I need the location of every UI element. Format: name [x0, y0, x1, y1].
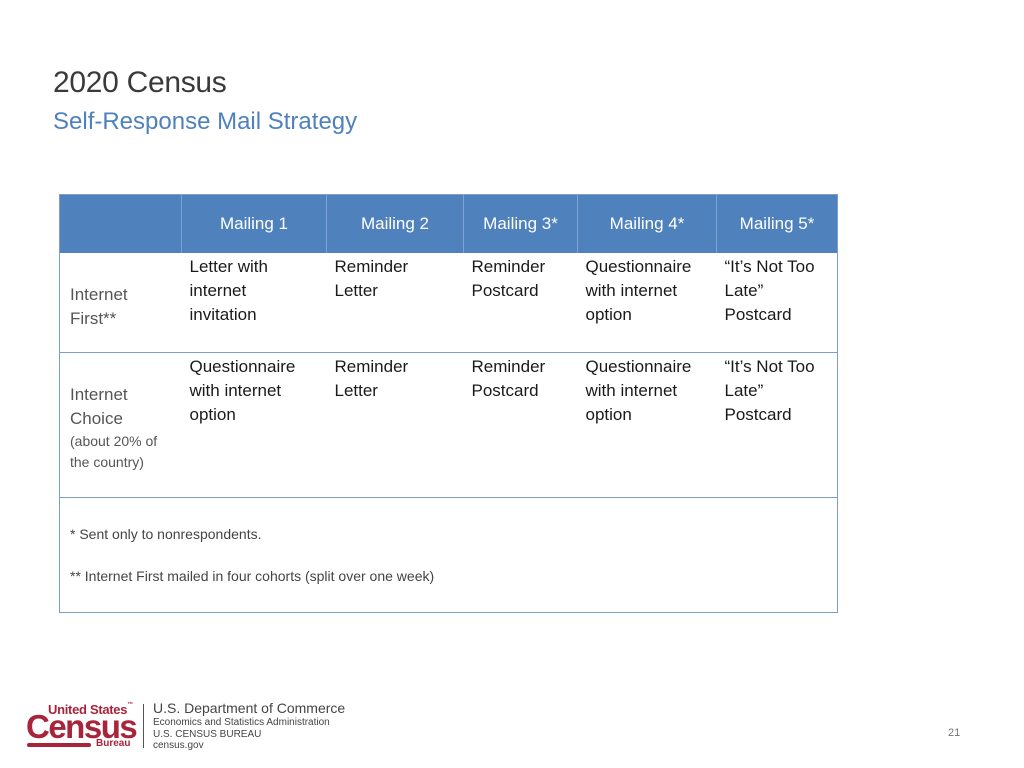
table-cell: Reminder Postcard	[463, 352, 578, 498]
mail-strategy-table: Mailing 1 Mailing 2 Mailing 3* Mailing 4…	[59, 194, 838, 613]
table-row-internet-first: Internet First** Letter with internet in…	[59, 253, 838, 353]
table-row-internet-choice: Internet Choice (about 20% of the countr…	[59, 352, 838, 498]
column-header-mailing-4: Mailing 4*	[577, 194, 717, 253]
table-cell: Letter with internet invitation	[181, 253, 327, 353]
logo-bureau: Bureau	[96, 738, 131, 749]
footnote-1: * Sent only to nonrespondents.	[70, 526, 262, 542]
table-cell: Questionnaire with internet option	[577, 253, 717, 353]
column-header-mailing-3: Mailing 3*	[463, 194, 578, 253]
dept-bureau: U.S. CENSUS BUREAU	[153, 728, 262, 740]
dept-admin: Economics and Statistics Administration	[153, 717, 330, 728]
census-bureau-logo: United States™ Census Bureau	[26, 702, 138, 750]
table-footnote-row: * Sent only to nonrespondents. ** Intern…	[60, 498, 838, 613]
row-header: Internet Choice (about 20% of the countr…	[59, 352, 182, 498]
footnote-2: ** Internet First mailed in four cohorts…	[70, 568, 435, 584]
table-header-row: Mailing 1 Mailing 2 Mailing 3* Mailing 4…	[59, 194, 838, 253]
row-note: (about 20% of the country)	[70, 433, 158, 470]
table-cell: “It’s Not Too Late” Postcard	[716, 253, 838, 353]
page-number: 21	[948, 727, 961, 739]
column-header-mailing-2: Mailing 2	[326, 194, 464, 253]
footnotes: * Sent only to nonrespondents. ** Intern…	[60, 498, 838, 613]
logo-divider	[143, 704, 144, 748]
table-cell: Questionnaire with internet option	[577, 352, 717, 498]
table-cell: Reminder Postcard	[463, 253, 578, 353]
column-header-blank	[59, 194, 182, 253]
table-cell: Reminder Letter	[326, 352, 464, 498]
slide-title: 2020 Census	[53, 66, 227, 99]
logo-bar	[27, 743, 91, 747]
row-label: Internet Choice	[70, 385, 128, 428]
dept-website: census.gov	[153, 740, 204, 751]
column-header-mailing-5: Mailing 5*	[716, 194, 838, 253]
table-cell: “It’s Not Too Late” Postcard	[716, 352, 838, 498]
row-header: Internet First**	[59, 253, 182, 353]
slide-subtitle: Self-Response Mail Strategy	[53, 108, 358, 135]
column-header-mailing-1: Mailing 1	[181, 194, 327, 253]
dept-name: U.S. Department of Commerce	[153, 700, 346, 716]
table-cell: Reminder Letter	[326, 253, 464, 353]
row-label: Internet First**	[70, 285, 128, 328]
table-cell: Questionnaire with internet option	[181, 352, 327, 498]
department-block: U.S. Department of Commerce Economics an…	[153, 700, 345, 752]
